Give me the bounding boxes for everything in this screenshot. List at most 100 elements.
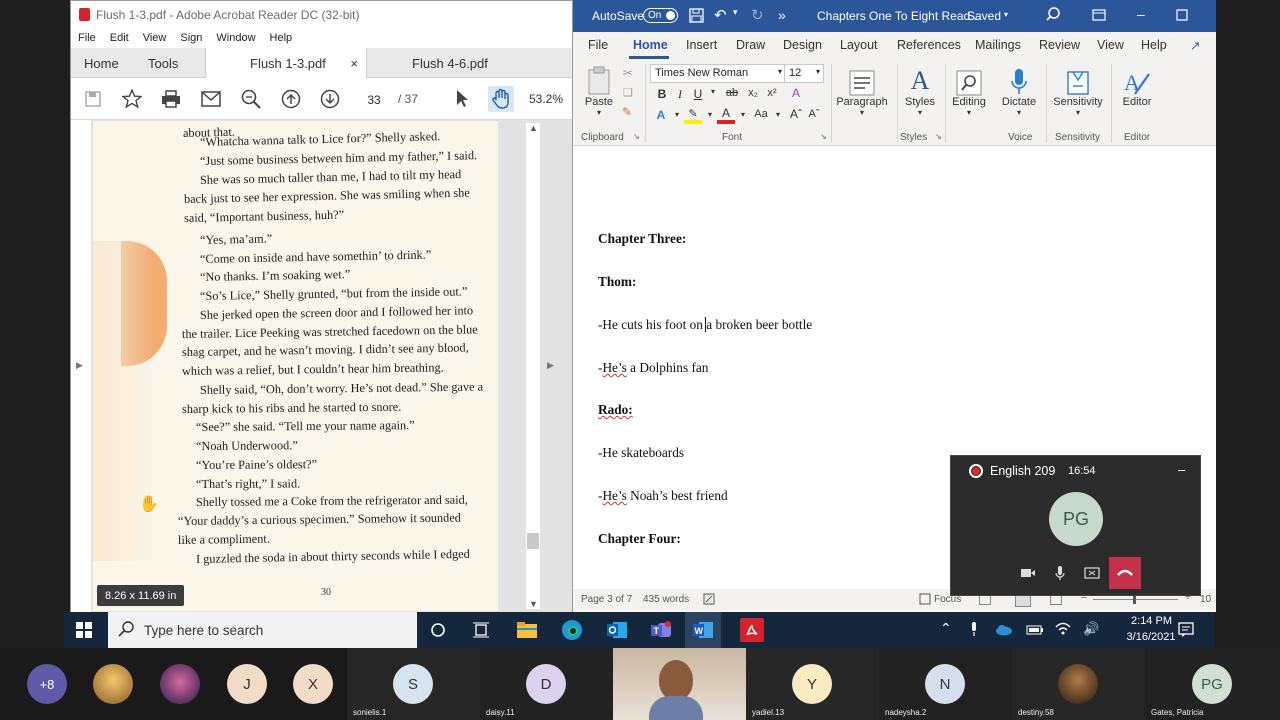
tab-design[interactable]: Design [783,38,822,52]
redo-icon[interactable]: ↻ [751,6,764,24]
spelling-flag[interactable]: He’s [602,360,626,375]
zoom-search-icon[interactable] [238,86,264,112]
outlook-icon[interactable] [605,618,629,642]
select-cursor-icon[interactable] [449,86,475,112]
menu-sign[interactable]: Sign [180,32,202,44]
scrollbar-thumb[interactable] [527,533,539,549]
font-color-dropdown-icon[interactable]: ▾ [734,110,752,119]
paragraph-button[interactable]: Paragraph ▾ [831,62,893,117]
acrobat-app-icon[interactable] [740,618,764,642]
microphone-tray-icon[interactable] [969,621,979,642]
tab-home[interactable]: Home [633,38,668,52]
close-tab-icon[interactable]: × [350,56,358,71]
windows-start-icon[interactable] [76,622,92,643]
clear-formatting-icon[interactable]: A [787,86,805,100]
undo-dropdown-icon[interactable]: ▾ [733,7,738,18]
share-screen-icon[interactable] [1076,557,1108,589]
word-app-icon[interactable]: W [691,618,715,642]
participant-tile[interactable]: Y yadiel.13 [746,648,879,720]
tab-references[interactable]: References [897,38,961,52]
focus-icon[interactable] [919,593,931,608]
participant-tile[interactable]: S sonielis.1 [347,648,480,720]
minimize-icon[interactable]: – [1137,6,1145,22]
share-icon[interactable]: ↗ [1190,38,1200,53]
font-launcher-icon[interactable]: ↘ [820,132,827,141]
change-case-icon[interactable]: Aa [752,108,770,120]
menu-help[interactable]: Help [270,32,293,44]
document-view[interactable]: ▶ about that. “Whatcha wanna talk to Lice… [71,120,572,612]
clock-time[interactable]: 2:14 PM [1129,615,1174,627]
page-count[interactable]: Page 3 of 7 [581,594,632,605]
font-color-icon[interactable]: A [717,106,735,124]
autosave-toggle[interactable]: On [643,8,678,23]
vertical-scrollbar[interactable]: ▲ ▼ [526,123,540,609]
hidden-icons-chevron-icon[interactable]: ⌃ [940,620,952,637]
editor-button[interactable]: A Editor [1108,62,1166,108]
tab-insert[interactable]: Insert [686,38,717,52]
tab-mailings[interactable]: Mailings [975,38,1021,52]
styles-launcher-icon[interactable]: ↘ [935,132,942,141]
edge-browser-icon[interactable] [560,618,584,642]
tools-tab[interactable]: Tools [148,48,178,78]
hang-up-button[interactable] [1109,557,1141,589]
camera-icon[interactable] [1012,557,1044,589]
strikethrough-icon[interactable]: ab [723,87,741,99]
italic-icon[interactable]: I [671,87,689,102]
tab-draw[interactable]: Draw [736,38,765,52]
wifi-icon[interactable] [1055,622,1071,641]
home-tab[interactable]: Home [84,48,119,78]
tab-review[interactable]: Review [1039,38,1080,52]
participant-video[interactable] [613,648,746,720]
font-size-dropdown-icon[interactable]: ▾ [816,67,820,76]
menu-view[interactable]: View [143,32,167,44]
save-icon[interactable] [80,86,106,112]
font-name-dropdown-icon[interactable]: ▾ [778,67,782,76]
clock-date[interactable]: 3/16/2021 [1117,631,1185,643]
more-commands-icon[interactable]: » [778,7,786,23]
more-participants-button[interactable]: +8 [27,664,67,704]
saved-dropdown-icon[interactable]: ▾ [1004,10,1008,19]
tab-layout[interactable]: Layout [840,38,878,52]
zoom-percent[interactable]: 10 [1200,594,1211,605]
spelling-flag[interactable]: Rado: [598,402,633,417]
underline-dropdown-icon[interactable]: ▾ [704,87,722,96]
highlight-icon[interactable]: ✎ [684,107,702,124]
grow-font-icon[interactable]: Aˆ [787,107,805,121]
sensitivity-button[interactable]: Sensitivity ▾ [1048,62,1108,117]
email-icon[interactable] [198,86,224,112]
right-pane-toggle-icon[interactable]: ▶ [547,360,554,371]
tab-help[interactable]: Help [1141,38,1167,52]
copy-icon[interactable]: ❏ [623,86,633,99]
bold-icon[interactable]: B [653,87,671,101]
page-up-icon[interactable] [278,86,304,112]
volume-icon[interactable]: 🔊 [1083,621,1099,637]
meeting-name[interactable]: English 209 [990,464,1055,478]
clipboard-launcher-icon[interactable]: ↘ [633,132,640,141]
teams-icon[interactable]: T [649,618,673,642]
battery-icon[interactable] [1026,623,1044,641]
minimize-icon[interactable]: – [1178,462,1185,477]
tab-file[interactable]: File [588,38,608,52]
format-painter-icon[interactable]: ✎ [622,105,632,119]
proofing-icon[interactable] [703,593,715,608]
maximize-icon[interactable] [1176,9,1188,24]
font-name-box[interactable]: Times New Roman ▾ [650,64,786,83]
shrink-font-icon[interactable]: Aˇ [805,108,823,120]
superscript-icon[interactable]: x² [763,87,781,99]
task-view-icon[interactable] [469,618,493,642]
tab-view[interactable]: View [1097,38,1124,52]
page-number-input[interactable]: 33 [356,90,392,110]
left-pane-toggle-icon[interactable]: ▶ [76,360,83,371]
ribbon-display-icon[interactable] [1092,9,1106,24]
taskbar-search[interactable]: Type here to search [108,612,417,648]
print-icon[interactable] [158,86,184,112]
menu-window[interactable]: Window [216,32,255,44]
undo-icon[interactable]: ↶ [714,6,727,24]
cut-icon[interactable]: ✂ [623,66,633,80]
menu-file[interactable]: File [78,32,96,44]
microphone-icon[interactable] [1044,557,1076,589]
subscript-icon[interactable]: x₂ [744,87,762,99]
scroll-down-icon[interactable]: ▼ [529,599,538,609]
save-icon[interactable] [689,8,704,26]
participant-tile[interactable]: PG Gates, Patricia [1145,648,1280,720]
